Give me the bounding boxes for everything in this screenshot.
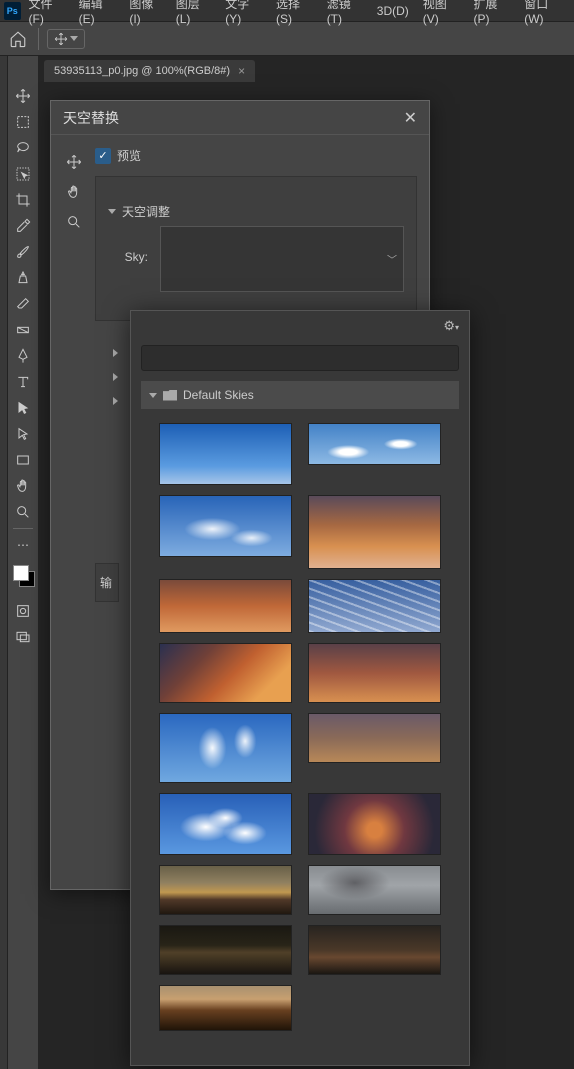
default-skies-folder[interactable]: Default Skies [141,381,459,409]
sky-thumb-blue-sky-2[interactable] [308,423,441,465]
app-logo: Ps [4,2,21,20]
zoom-tool[interactable] [11,500,35,524]
lasso-tool[interactable] [11,136,35,160]
eraser-tool[interactable] [11,292,35,316]
menu-type[interactable]: 文字(Y) [219,0,268,28]
folder-label: Default Skies [183,388,254,402]
menu-view[interactable]: 视图(V) [417,0,466,28]
brush-tool[interactable] [11,240,35,264]
type-tool[interactable] [11,370,35,394]
toolbox: ⋯ [8,56,38,1069]
clone-tool[interactable] [11,266,35,290]
menu-plugins[interactable]: 扩展(P) [468,0,517,28]
screenmode-tool[interactable] [11,625,35,649]
chevron-right-icon [113,373,118,381]
hand-tool[interactable] [11,474,35,498]
sky-thumb-sunset-1[interactable] [308,495,441,569]
sky-thumb-sunset-5[interactable] [308,713,441,763]
menu-3d[interactable]: 3D(D) [371,2,415,20]
sky-select-dropdown[interactable]: ﹀ [160,226,404,292]
menu-image[interactable]: 图像(I) [123,0,167,28]
dialog-hand-tool[interactable] [63,181,85,203]
gradient-tool[interactable] [11,318,35,342]
sky-label: Sky: [108,226,148,264]
chevron-right-icon [113,397,118,405]
tool-preset-move[interactable] [47,29,85,49]
chevron-down-icon [70,36,78,41]
sky-thumb-sunset-4[interactable] [308,643,441,703]
sky-thumb-blue-sky-3[interactable] [159,713,292,783]
sky-thumb-night-1[interactable] [159,925,292,975]
foreground-swatch[interactable] [13,565,29,581]
sky-thumb-clouds-1[interactable] [159,495,292,557]
eyedropper-tool[interactable] [11,214,35,238]
dialog-title: 天空替换 [63,108,119,128]
dialog-zoom-tool[interactable] [63,211,85,233]
direct-select-tool[interactable] [11,422,35,446]
folder-icon [163,390,177,401]
sky-thumb-storm[interactable] [308,865,441,915]
section-adjust-label: 天空调整 [122,203,170,220]
sky-thumb-sunset-2[interactable] [159,579,292,633]
edit-toolbar[interactable]: ⋯ [11,533,35,557]
sky-thumb-dusk-2[interactable] [159,985,292,1031]
output-label: 输 [100,576,112,590]
sky-thumb-sunset-6[interactable] [308,793,441,855]
menu-filter[interactable]: 滤镜(T) [321,0,369,28]
home-button[interactable] [6,27,30,51]
path-select-tool[interactable] [11,396,35,420]
output-section: 输 [95,563,119,602]
sky-thumb-sunset-3[interactable] [159,643,292,703]
sky-preset-picker: ⚙︎▾ Default Skies [130,310,470,1066]
document-tab-label: 53935113_p0.jpg @ 100%(RGB/8#) [54,65,230,77]
document-tab[interactable]: 53935113_p0.jpg @ 100%(RGB/8#) × [44,60,255,82]
close-icon[interactable]: × [238,64,245,78]
pen-tool[interactable] [11,344,35,368]
document-tabs: 53935113_p0.jpg @ 100%(RGB/8#) × [38,56,574,82]
sky-thumb-night-2[interactable] [308,925,441,975]
menu-select[interactable]: 选择(S) [270,0,319,28]
color-swatches[interactable] [11,563,35,587]
menubar: Ps 文件(F) 编辑(E) 图像(I) 图层(L) 文字(Y) 选择(S) 滤… [0,0,574,22]
sky-thumb-cirrus[interactable] [308,579,441,633]
dialog-titlebar[interactable]: 天空替换 ✕ [51,101,429,135]
crop-tool[interactable] [11,188,35,212]
menu-window[interactable]: 窗口(W) [518,0,570,28]
sky-search-input[interactable] [141,345,459,371]
quickmask-tool[interactable] [11,599,35,623]
preview-label: 预览 [117,147,141,164]
sky-adjustments-header[interactable]: 天空调整 [108,197,404,226]
sky-thumb-dusk-1[interactable] [159,865,292,915]
menu-file[interactable]: 文件(F) [23,0,71,28]
move-tool[interactable] [11,84,35,108]
object-select-tool[interactable] [11,162,35,186]
chevron-right-icon [113,349,118,357]
sky-thumb-blue-sky-1[interactable] [159,423,292,485]
sky-thumb-cumulus[interactable] [159,793,292,855]
panel-edge [0,56,8,1069]
preview-checkbox[interactable]: ✓ [95,148,111,164]
chevron-down-icon [149,393,157,398]
dialog-move-tool[interactable] [63,151,85,173]
menu-edit[interactable]: 编辑(E) [73,0,122,28]
rectangle-tool[interactable] [11,448,35,472]
menu-layer[interactable]: 图层(L) [170,0,218,28]
marquee-tool[interactable] [11,110,35,134]
dialog-close-button[interactable]: ✕ [404,108,417,128]
chevron-down-icon: ﹀ [387,252,397,267]
gear-icon[interactable]: ⚙︎▾ [443,318,459,334]
chevron-down-icon [108,209,116,214]
